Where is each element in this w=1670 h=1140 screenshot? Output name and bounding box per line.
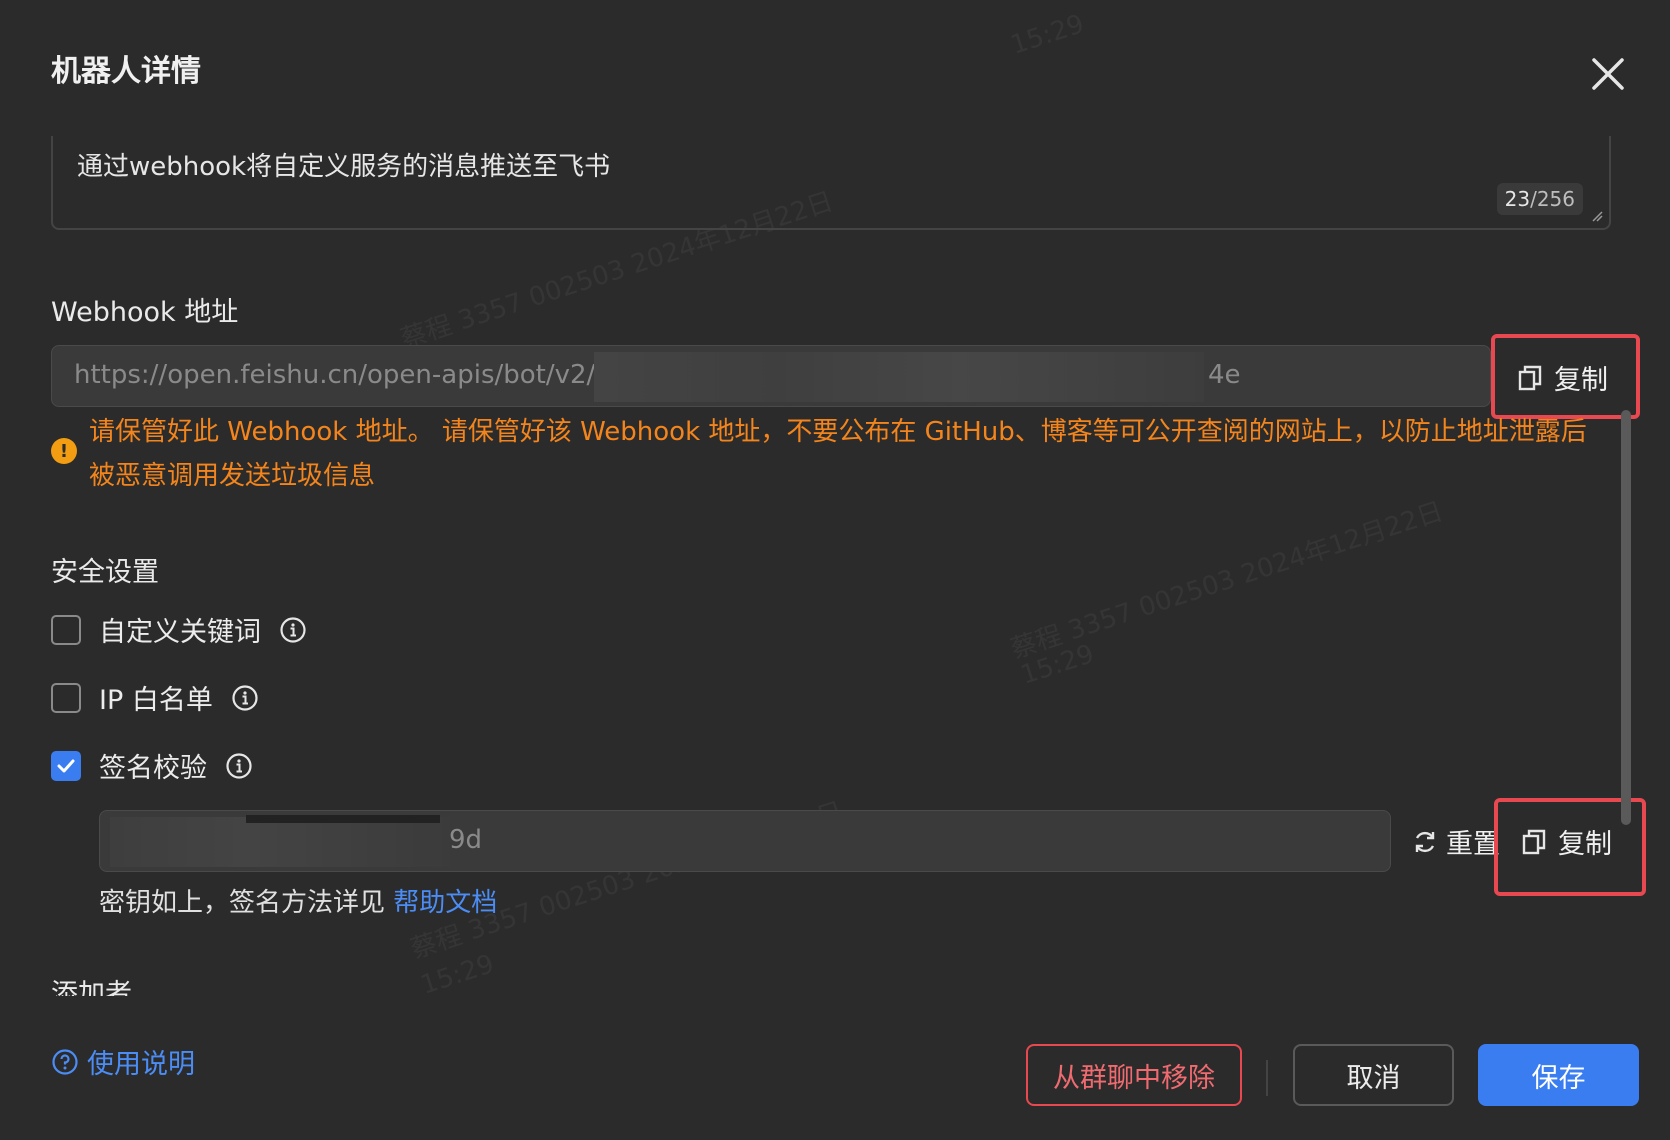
signature-checkbox[interactable]	[51, 750, 81, 781]
webhook-label: Webhook 地址	[51, 297, 239, 328]
description-text: 通过webhook将自定义服务的消息推送至飞书	[77, 152, 611, 182]
help-doc-link[interactable]: 帮助文档	[393, 888, 497, 918]
copy-label: 复制	[1554, 365, 1608, 396]
watermark: 15:29	[1007, 9, 1088, 61]
reset-secret-button[interactable]: 重置	[1412, 822, 1500, 861]
char-count-max: /256	[1530, 187, 1575, 211]
info-icon[interactable]	[231, 684, 259, 712]
webhook-warning: ! 请保管好此 Webhook 地址。 请保管好该 Webhook 地址，不要公…	[51, 410, 1611, 498]
copy-label: 复制	[1558, 829, 1612, 860]
redacted-area	[594, 352, 1204, 402]
webhook-url-prefix: https://open.feishu.cn/open-apis/bot/v2/	[74, 360, 596, 390]
custom-keyword-label: 自定义关键词	[99, 617, 261, 648]
char-count-current: 23	[1504, 187, 1531, 211]
save-button[interactable]: 保存	[1478, 1044, 1639, 1106]
watermark: 蔡程 3357 002503 2024年12月22日	[1007, 496, 1447, 666]
description-textarea[interactable]: 通过webhook将自定义服务的消息推送至飞书 23/256	[51, 136, 1611, 230]
info-icon[interactable]	[225, 752, 253, 780]
char-counter: 23/256	[1496, 183, 1583, 215]
resize-handle-icon[interactable]	[1591, 210, 1603, 222]
option-custom-keyword: 自定义关键词	[51, 610, 307, 649]
secret-key-suffix: 9d	[449, 825, 483, 855]
reset-label: 重置	[1446, 829, 1500, 860]
copy-icon	[1518, 365, 1542, 390]
robot-details-dialog: 蔡程 3357 002503 2024年12月22日 15:29 蔡程 3357…	[0, 0, 1670, 1140]
copy-icon	[1522, 829, 1546, 854]
cancel-button[interactable]: 取消	[1293, 1044, 1454, 1106]
help-circle-icon	[52, 1048, 78, 1075]
secret-hint-text: 密钥如上，签名方法详见	[99, 888, 394, 918]
redacted-area	[246, 815, 440, 823]
scrollbar[interactable]	[1621, 410, 1631, 825]
remove-from-group-button[interactable]: 从群聊中移除	[1026, 1044, 1242, 1106]
signature-label: 签名校验	[99, 753, 207, 784]
divider	[1266, 1060, 1268, 1096]
checkmark-icon	[57, 759, 75, 772]
info-icon[interactable]	[279, 616, 307, 644]
usage-guide-label: 使用说明	[87, 1049, 195, 1080]
dialog-title: 机器人详情	[51, 54, 201, 89]
warning-text: 请保管好此 Webhook 地址。 请保管好该 Webhook 地址，不要公布在…	[89, 417, 1587, 491]
secret-hint: 密钥如上，签名方法详见 帮助文档	[99, 882, 497, 919]
secret-key-field[interactable]: 9d	[99, 810, 1391, 872]
refresh-icon	[1415, 831, 1435, 852]
option-ip-whitelist: IP 白名单	[51, 678, 259, 717]
copy-secret-button[interactable]: 复制	[1522, 822, 1612, 861]
watermark: 15:29	[1017, 639, 1098, 691]
close-icon	[1592, 58, 1624, 90]
watermark: 15:29	[417, 949, 498, 1001]
ip-whitelist-label: IP 白名单	[99, 685, 213, 716]
adder-label: 添加者	[51, 979, 132, 996]
webhook-url-field[interactable]: https://open.feishu.cn/open-apis/bot/v2/…	[51, 345, 1491, 407]
webhook-url-suffix: 4e	[1208, 360, 1241, 390]
copy-webhook-button[interactable]: 复制	[1518, 358, 1608, 397]
ip-whitelist-checkbox[interactable]	[51, 682, 81, 713]
usage-guide-link[interactable]: 使用说明	[51, 1042, 195, 1081]
close-button[interactable]	[1586, 52, 1630, 96]
option-signature-verification: 签名校验	[51, 746, 253, 785]
redacted-area	[110, 817, 450, 867]
custom-keyword-checkbox[interactable]	[51, 614, 81, 645]
warning-icon: !	[51, 438, 77, 464]
security-settings-label: 安全设置	[51, 557, 159, 588]
